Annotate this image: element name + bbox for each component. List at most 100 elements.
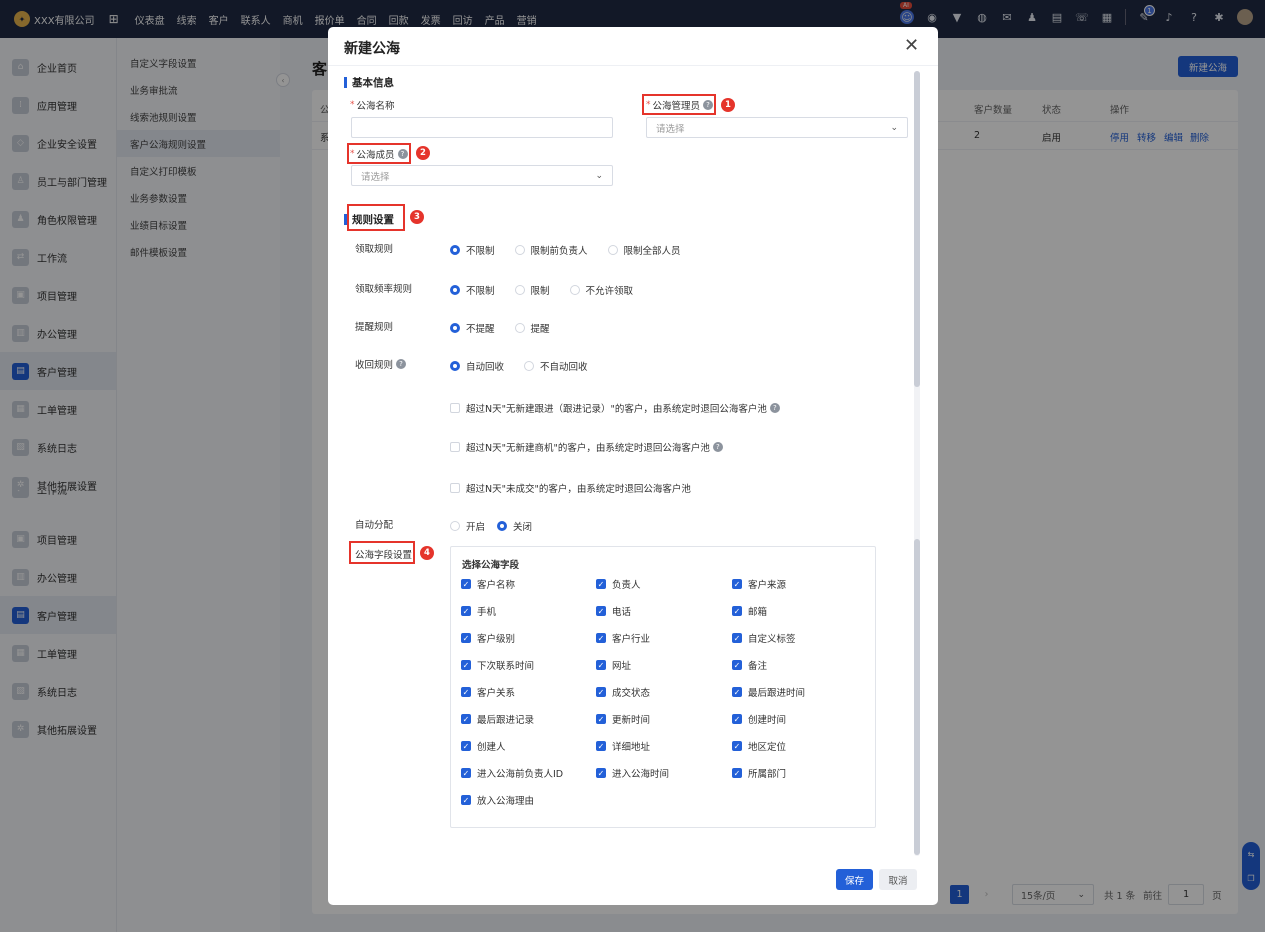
radio-option[interactable]: 不允许领取 <box>569 283 633 297</box>
checkbox-checked-icon[interactable]: ✓ <box>732 768 742 778</box>
radio-dot[interactable] <box>450 245 460 255</box>
scrollbar-thumb-secondary[interactable] <box>914 539 920 855</box>
field-checkbox-item[interactable]: ✓ 最后跟进记录 <box>461 712 534 726</box>
field-checkbox-item[interactable]: ✓ 手机 <box>461 604 496 618</box>
radio-dot[interactable] <box>514 245 525 255</box>
checkbox-checked-icon[interactable]: ✓ <box>732 579 742 589</box>
radio-option[interactable]: 不提醒 <box>450 321 495 335</box>
checkbox[interactable] <box>450 442 460 452</box>
checkbox-checked-icon[interactable]: ✓ <box>461 795 471 805</box>
checkbox-checked-icon[interactable]: ✓ <box>461 768 471 778</box>
radio-dot[interactable] <box>497 521 508 531</box>
help-icon[interactable]: ? <box>769 403 780 413</box>
checkbox-checked-icon[interactable]: ✓ <box>461 660 471 670</box>
field-checkbox-item[interactable]: ✓ 成交状态 <box>596 685 650 699</box>
field-checkbox-item[interactable]: ✓ 客户级别 <box>461 631 515 645</box>
cancel-button[interactable]: 取消 <box>879 869 917 890</box>
checkbox-checked-icon[interactable]: ✓ <box>461 741 471 751</box>
field-checkbox-item[interactable]: ✓ 详细地址 <box>596 739 650 753</box>
pool-member-select[interactable]: 请选择 ⌄ <box>351 165 613 186</box>
field-checkbox-item[interactable]: ✓ 负责人 <box>596 577 641 591</box>
field-checkbox-item[interactable]: ✓ 客户行业 <box>596 631 650 645</box>
checkbox-checked-icon[interactable]: ✓ <box>596 579 606 589</box>
radio-option[interactable]: 开启 <box>450 519 485 533</box>
radio-dot[interactable] <box>514 323 525 333</box>
checkbox-checked-icon[interactable]: ✓ <box>596 741 606 751</box>
checkbox-checked-icon[interactable]: ✓ <box>596 768 606 778</box>
checkbox-checked-icon[interactable]: ✓ <box>461 687 471 697</box>
checkbox-checked-icon[interactable]: ✓ <box>596 687 606 697</box>
field-checkbox-item[interactable]: ✓ 所属部门 <box>732 766 786 780</box>
checkbox-checked-icon[interactable]: ✓ <box>461 633 471 643</box>
checkbox-checked-icon[interactable]: ✓ <box>596 606 606 616</box>
checkbox-checked-icon[interactable]: ✓ <box>596 714 606 724</box>
marker-badge-1: 1 <box>721 98 735 112</box>
checkbox-checked-icon[interactable]: ✓ <box>732 606 742 616</box>
field-checkbox-item[interactable]: ✓ 自定义标签 <box>732 631 796 645</box>
checkbox-checked-icon[interactable]: ✓ <box>732 741 742 751</box>
checkbox-checked-icon[interactable]: ✓ <box>461 606 471 616</box>
field-checkbox-item[interactable]: ✓ 电话 <box>596 604 631 618</box>
field-checkbox-item[interactable]: ✓ 地区定位 <box>732 739 786 753</box>
radio-dot[interactable] <box>569 285 580 295</box>
field-checkbox-item[interactable]: ✓ 放入公海理由 <box>461 793 534 807</box>
help-icon[interactable]: ? <box>712 442 723 452</box>
field-checkbox-item[interactable]: ✓ 客户来源 <box>732 577 786 591</box>
radio-dot[interactable] <box>450 285 460 295</box>
radio-option[interactable]: 限制全部人员 <box>607 243 681 257</box>
recycle-condition-3[interactable]: 超过N天"未成交"的客户，由系统定时退回公海客户池 <box>450 481 691 495</box>
section-marker <box>344 77 347 88</box>
radio-option[interactable]: 提醒 <box>514 321 550 335</box>
checkbox-checked-icon[interactable]: ✓ <box>732 660 742 670</box>
field-checkbox-item[interactable]: ✓ 下次联系时间 <box>461 658 534 672</box>
radio-option[interactable]: 不限制 <box>450 243 495 257</box>
radio-dot[interactable] <box>450 361 460 371</box>
checkbox-checked-icon[interactable]: ✓ <box>596 633 606 643</box>
checkbox-checked-icon[interactable]: ✓ <box>732 633 742 643</box>
rule-options: 不限制 限制前负责人 限制全部人员 <box>450 243 701 257</box>
checkbox-checked-icon[interactable]: ✓ <box>732 687 742 697</box>
radio-option[interactable]: 自动回收 <box>450 359 504 373</box>
field-label: 创建人 <box>477 742 506 753</box>
radio-dot[interactable] <box>524 361 535 371</box>
checkbox-checked-icon[interactable]: ✓ <box>461 714 471 724</box>
pool-manager-select[interactable]: 请选择 ⌄ <box>646 117 908 138</box>
field-checkbox-item[interactable]: ✓ 客户名称 <box>461 577 515 591</box>
checkbox-checked-icon[interactable]: ✓ <box>732 714 742 724</box>
field-checkbox-item[interactable]: ✓ 创建人 <box>461 739 506 753</box>
radio-option[interactable]: 限制 <box>514 283 550 297</box>
pool-name-input[interactable] <box>351 117 613 138</box>
field-checkbox-item[interactable]: ✓ 进入公海前负责人ID <box>461 766 563 780</box>
checkbox[interactable] <box>450 403 460 413</box>
radio-dot[interactable] <box>514 285 525 295</box>
field-checkbox-item[interactable]: ✓ 网址 <box>596 658 631 672</box>
field-checkbox-item[interactable]: ✓ 最后跟进时间 <box>732 685 805 699</box>
scrollbar-thumb[interactable] <box>914 71 920 387</box>
field-checkbox-item[interactable]: ✓ 创建时间 <box>732 712 786 726</box>
checkbox[interactable] <box>450 483 460 493</box>
radio-dot[interactable] <box>450 521 460 531</box>
recycle-condition-1[interactable]: 超过N天"无新建跟进（跟进记录）"的客户，由系统定时退回公海客户池 ? <box>450 401 780 415</box>
radio-option[interactable]: 不自动回收 <box>524 359 588 373</box>
radio-option[interactable]: 不限制 <box>450 283 495 297</box>
recycle-condition-2[interactable]: 超过N天"无新建商机"的客户，由系统定时退回公海客户池 ? <box>450 440 723 454</box>
field-checkbox-item[interactable]: ✓ 进入公海时间 <box>596 766 669 780</box>
checkbox-checked-icon[interactable]: ✓ <box>596 660 606 670</box>
field-label: 客户级别 <box>477 634 516 645</box>
field-label: 最后跟进时间 <box>748 688 806 699</box>
help-icon[interactable]: ? <box>396 359 407 369</box>
field-checkbox-item[interactable]: ✓ 备注 <box>732 658 767 672</box>
field-checkbox-item[interactable]: ✓ 客户关系 <box>461 685 515 699</box>
radio-label: 不自动回收 <box>540 362 588 373</box>
field-checkbox-item[interactable]: ✓ 邮箱 <box>732 604 767 618</box>
radio-option[interactable]: 限制前负责人 <box>514 243 588 257</box>
radio-dot[interactable] <box>607 245 618 255</box>
close-icon[interactable]: ✕ <box>904 35 919 56</box>
checkbox-checked-icon[interactable]: ✓ <box>461 579 471 589</box>
radio-option[interactable]: 关闭 <box>497 519 532 533</box>
field-selection-box: 选择公海字段 ✓ 客户名称 ✓ 负责人 ✓ 客户来源 ✓ 手机 ✓ 电话 ✓ 邮箱 ✓ 客户级别 ✓ 客户行业… <box>450 546 876 828</box>
field-checkbox-item[interactable]: ✓ 更新时间 <box>596 712 650 726</box>
save-button[interactable]: 保存 <box>836 869 873 890</box>
field-box-title: 选择公海字段 <box>462 560 520 571</box>
radio-dot[interactable] <box>450 323 460 333</box>
